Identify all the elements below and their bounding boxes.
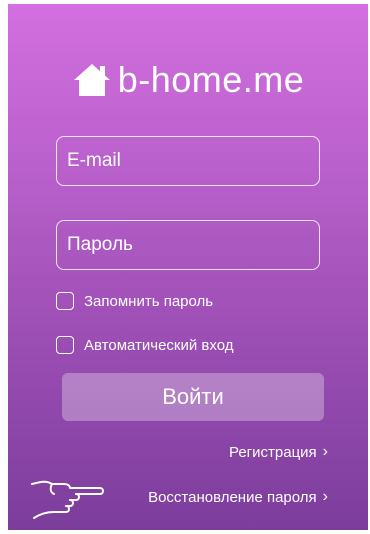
logo: b-home.me	[8, 52, 368, 108]
auto-login-label: Автоматический вход	[84, 336, 234, 354]
logo-text: b-home.me	[117, 59, 305, 100]
email-field[interactable]	[56, 136, 320, 186]
chevron-right-icon: ›	[322, 443, 328, 460]
chevron-right-icon: ›	[322, 488, 328, 505]
recover-password-label: Восстановление пароля	[148, 488, 317, 506]
login-button[interactable]: Войти	[62, 373, 324, 421]
recover-password-link[interactable]: Восстановление пароля ›	[148, 488, 328, 506]
login-screen: b-home.me Запомнить пароль Автоматически…	[8, 4, 368, 530]
auto-login-checkbox[interactable]	[56, 336, 74, 354]
register-link[interactable]: Регистрация ›	[229, 443, 328, 461]
pointing-hand-icon	[30, 474, 108, 527]
auto-login-option[interactable]: Автоматический вход	[56, 333, 233, 357]
register-link-label: Регистрация	[228, 443, 317, 461]
password-field[interactable]	[56, 220, 320, 270]
remember-password-option[interactable]: Запомнить пароль	[56, 289, 213, 313]
remember-password-label: Запомнить пароль	[84, 292, 214, 310]
house-icon	[72, 62, 112, 98]
remember-password-checkbox[interactable]	[56, 292, 74, 310]
